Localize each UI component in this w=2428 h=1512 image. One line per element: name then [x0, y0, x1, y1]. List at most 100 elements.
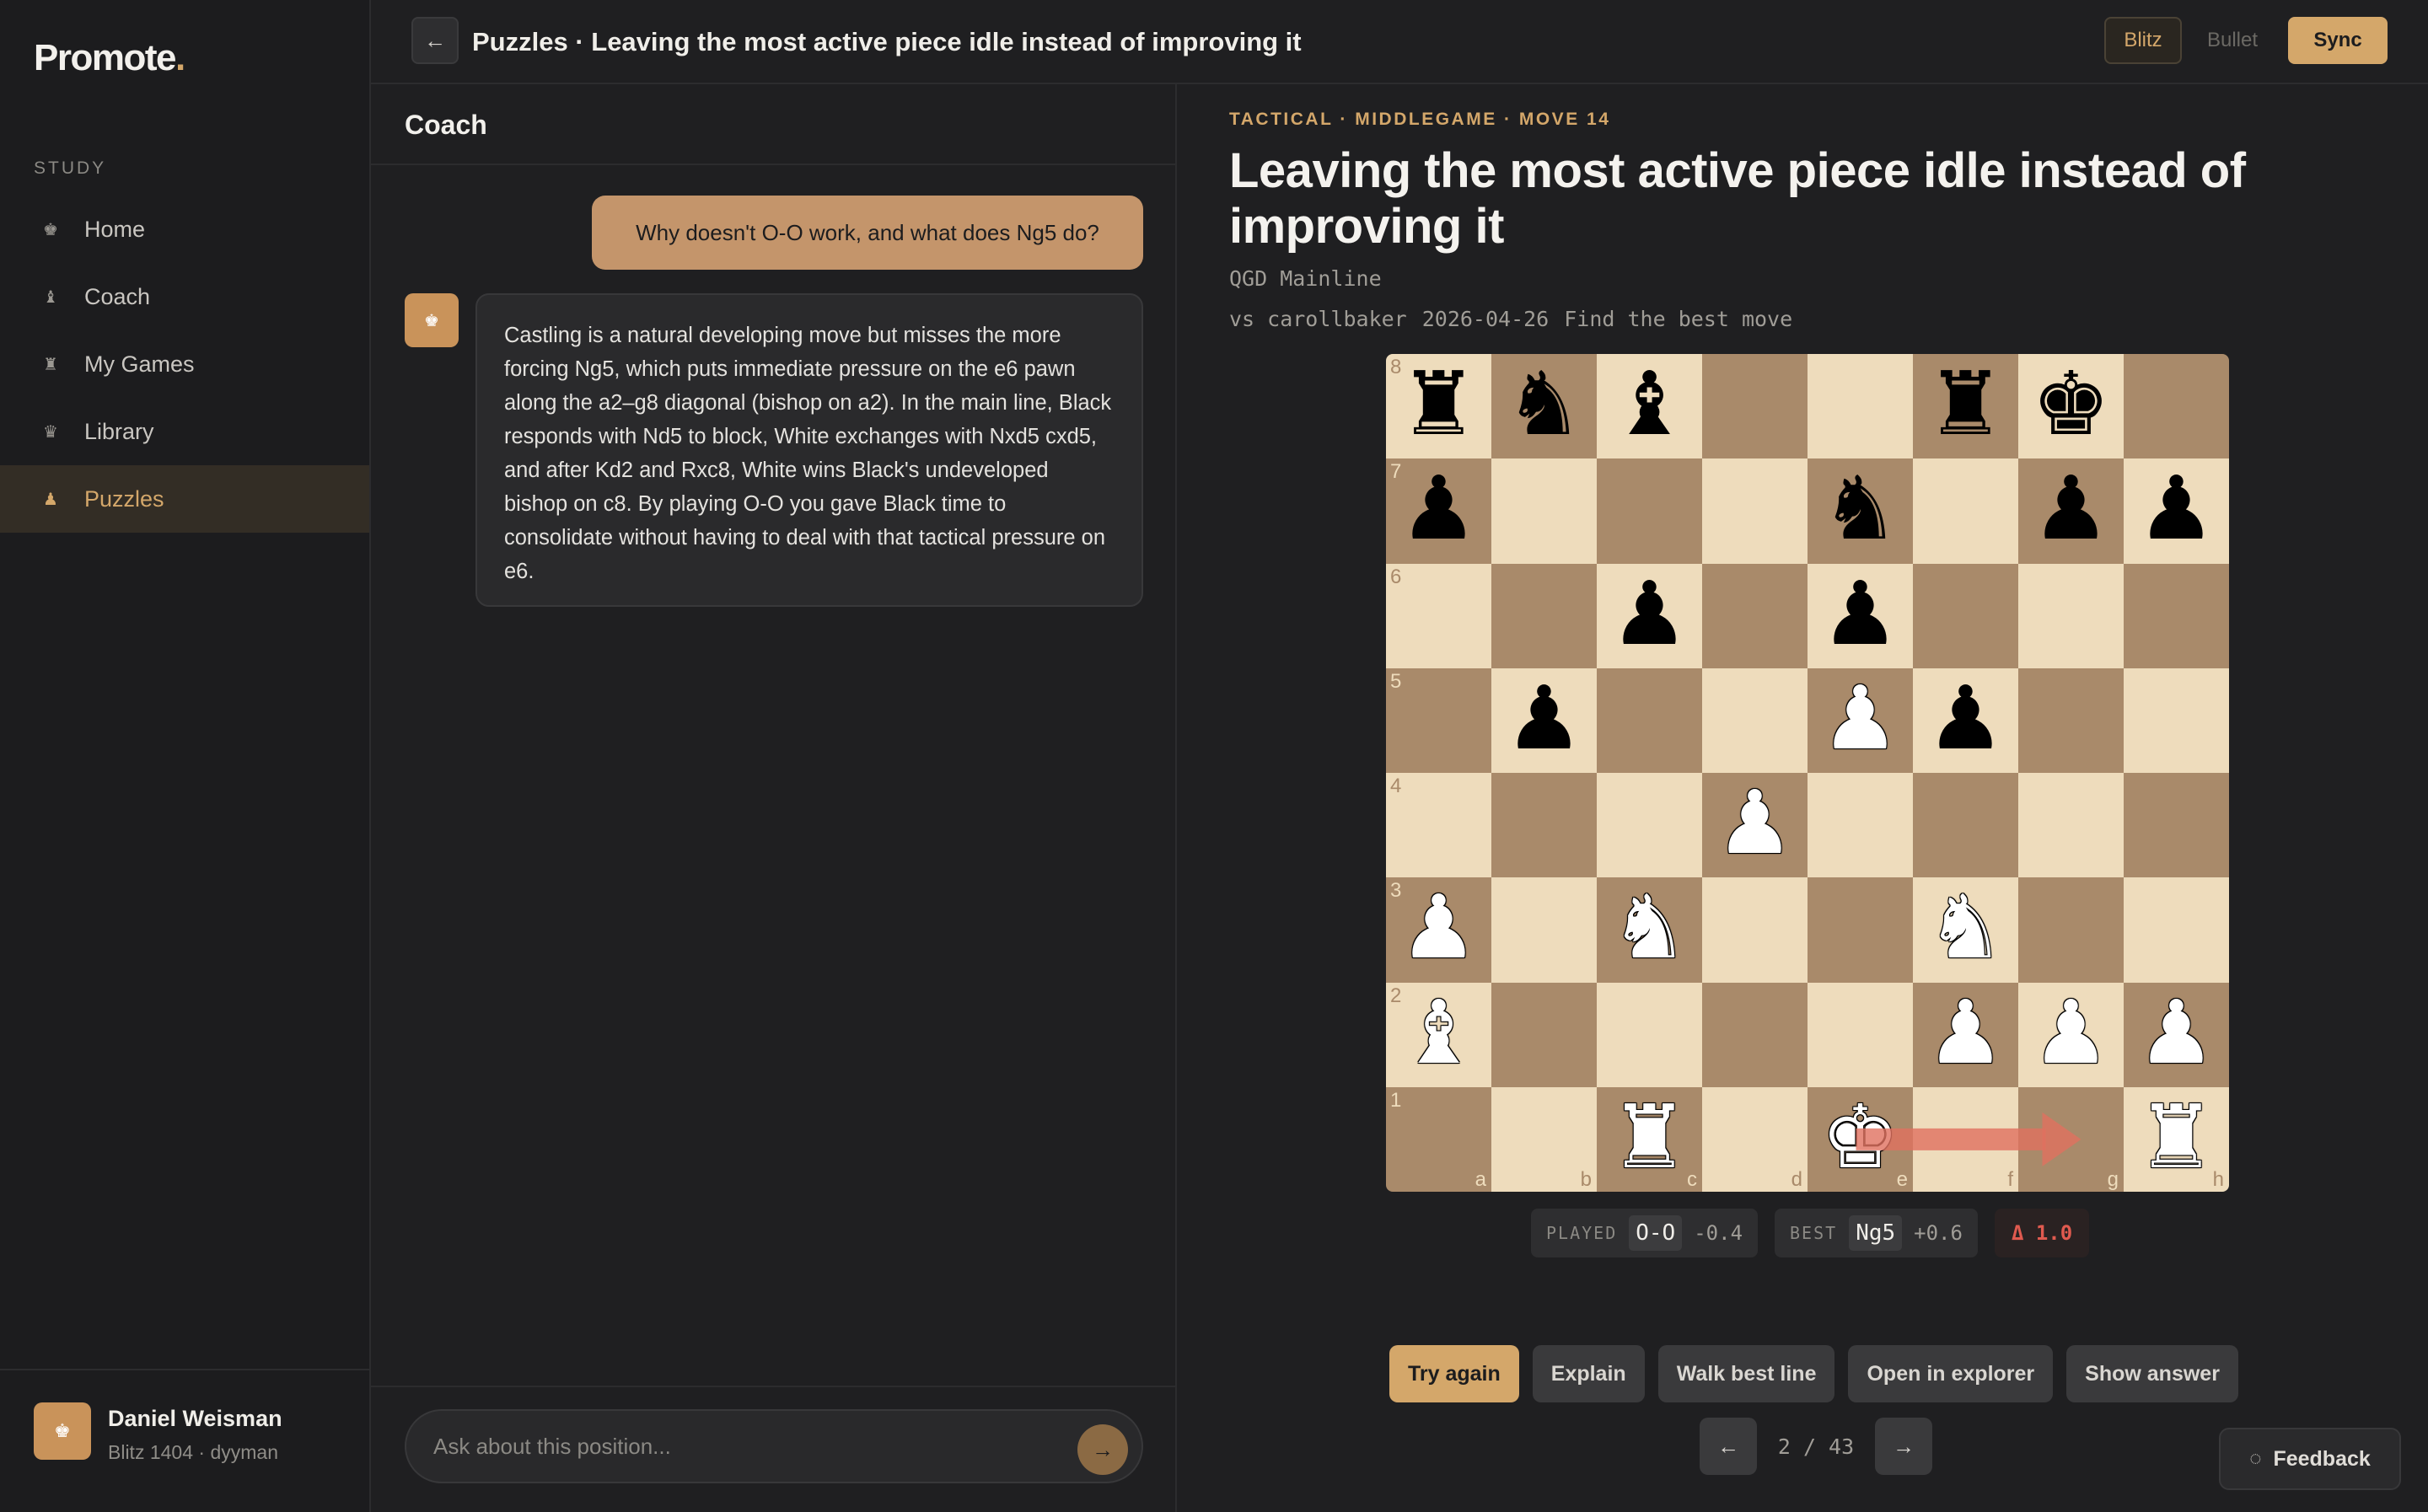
- bullet-toggle[interactable]: Bullet: [2192, 17, 2273, 64]
- white-pawn-icon[interactable]: ♟: [2032, 989, 2110, 1076]
- white-knight-icon[interactable]: ♞: [1926, 883, 2005, 971]
- square-a1[interactable]: 1a: [1386, 1086, 1491, 1192]
- square-d3[interactable]: [1702, 877, 1808, 983]
- blitz-toggle[interactable]: Blitz: [2104, 17, 2182, 64]
- white-knight-icon[interactable]: ♞: [1610, 883, 1689, 971]
- square-e4[interactable]: [1808, 773, 1913, 878]
- square-a6[interactable]: 6: [1386, 563, 1491, 668]
- square-a4[interactable]: 4: [1386, 773, 1491, 878]
- square-g8[interactable]: ♚: [2018, 354, 2124, 459]
- board-grid[interactable]: ♜ 8 ♞ ♝ ♜ ♚ ♟ 7 ♞ ♟ ♟ 6 ♟ ♟ 5 ♟ ♟ ♟ 4 ♟ ♟ 3 ♞ ♞ ♝ 2 ♟ ♟ ♟ 1 a b ♜ c d ♚ e f g ♜…: [1386, 354, 2229, 1192]
- white-rook-icon[interactable]: ♜: [1610, 1093, 1689, 1181]
- square-d6[interactable]: [1702, 563, 1808, 668]
- black-rook-icon[interactable]: ♜: [1926, 360, 2005, 448]
- square-h1[interactable]: ♜ h: [2124, 1086, 2229, 1192]
- square-c3[interactable]: ♞: [1597, 877, 1702, 983]
- white-pawn-icon[interactable]: ♟: [1821, 674, 1899, 762]
- white-pawn-icon[interactable]: ♟: [1399, 883, 1478, 971]
- black-pawn-icon[interactable]: ♟: [1610, 570, 1689, 657]
- square-d1[interactable]: d: [1702, 1086, 1808, 1192]
- square-h2[interactable]: ♟: [2124, 982, 2229, 1087]
- square-h8[interactable]: [2124, 354, 2229, 459]
- square-f4[interactable]: [1913, 773, 2018, 878]
- square-e6[interactable]: ♟: [1808, 563, 1913, 668]
- square-f1[interactable]: f: [1913, 1086, 2018, 1192]
- white-pawn-icon[interactable]: ♟: [2137, 989, 2216, 1076]
- square-d7[interactable]: [1702, 458, 1808, 564]
- square-f2[interactable]: ♟: [1913, 982, 2018, 1087]
- square-c8[interactable]: ♝: [1597, 354, 1702, 459]
- square-h6[interactable]: [2124, 563, 2229, 668]
- app-logo[interactable]: Promote.: [34, 37, 185, 79]
- square-g3[interactable]: [2018, 877, 2124, 983]
- prev-puzzle-button[interactable]: ←: [1700, 1418, 1757, 1475]
- white-pawn-icon[interactable]: ♟: [1716, 779, 1794, 866]
- square-f7[interactable]: [1913, 458, 2018, 564]
- square-b2[interactable]: [1491, 982, 1597, 1087]
- square-c1[interactable]: ♜ c: [1597, 1086, 1702, 1192]
- square-c5[interactable]: [1597, 668, 1702, 773]
- square-f8[interactable]: ♜: [1913, 354, 2018, 459]
- square-e1[interactable]: ♚ e: [1808, 1086, 1913, 1192]
- black-knight-icon[interactable]: ♞: [1821, 464, 1899, 552]
- open-explorer-button[interactable]: Open in explorer: [1848, 1345, 2054, 1402]
- sidebar-item-coach[interactable]: ♝ Coach: [0, 263, 369, 330]
- square-g1[interactable]: g: [2018, 1086, 2124, 1192]
- black-pawn-icon[interactable]: ♟: [1399, 464, 1478, 552]
- square-b7[interactable]: [1491, 458, 1597, 564]
- show-answer-button[interactable]: Show answer: [2066, 1345, 2238, 1402]
- square-d5[interactable]: [1702, 668, 1808, 773]
- black-pawn-icon[interactable]: ♟: [1821, 570, 1899, 657]
- chess-board[interactable]: ♜ 8 ♞ ♝ ♜ ♚ ♟ 7 ♞ ♟ ♟ 6 ♟ ♟ 5 ♟ ♟ ♟ 4 ♟ ♟ 3 ♞ ♞ ♝ 2 ♟ ♟ ♟ 1 a b ♜ c d ♚ e f g ♜…: [1386, 354, 2229, 1192]
- sidebar-item-home[interactable]: ♚ Home: [0, 196, 369, 263]
- black-knight-icon[interactable]: ♞: [1505, 360, 1583, 448]
- square-h7[interactable]: ♟: [2124, 458, 2229, 564]
- black-pawn-icon[interactable]: ♟: [1505, 674, 1583, 762]
- square-d4[interactable]: ♟: [1702, 773, 1808, 878]
- walk-best-line-button[interactable]: Walk best line: [1657, 1345, 1835, 1402]
- sync-button[interactable]: Sync: [2288, 17, 2388, 64]
- user-profile[interactable]: ♚ Daniel Weisman Blitz 1404 · dyyman: [0, 1369, 369, 1512]
- square-c2[interactable]: [1597, 982, 1702, 1087]
- square-e2[interactable]: [1808, 982, 1913, 1087]
- square-g5[interactable]: [2018, 668, 2124, 773]
- square-b3[interactable]: [1491, 877, 1597, 983]
- square-a8[interactable]: ♜ 8: [1386, 354, 1491, 459]
- square-b6[interactable]: [1491, 563, 1597, 668]
- black-pawn-icon[interactable]: ♟: [1926, 674, 2005, 762]
- square-h4[interactable]: [2124, 773, 2229, 878]
- square-a3[interactable]: ♟ 3: [1386, 877, 1491, 983]
- white-rook-icon[interactable]: ♜: [2137, 1093, 2216, 1181]
- black-king-icon[interactable]: ♚: [2032, 360, 2110, 448]
- white-pawn-icon[interactable]: ♟: [1926, 989, 2005, 1076]
- square-d2[interactable]: [1702, 982, 1808, 1087]
- square-h5[interactable]: [2124, 668, 2229, 773]
- square-e5[interactable]: ♟: [1808, 668, 1913, 773]
- try-again-button[interactable]: Try again: [1389, 1345, 1519, 1402]
- black-bishop-icon[interactable]: ♝: [1610, 360, 1689, 448]
- square-g2[interactable]: ♟: [2018, 982, 2124, 1087]
- square-a7[interactable]: ♟ 7: [1386, 458, 1491, 564]
- square-b4[interactable]: [1491, 773, 1597, 878]
- square-e3[interactable]: [1808, 877, 1913, 983]
- feedback-button[interactable]: ◌ Feedback: [2219, 1428, 2401, 1490]
- square-c6[interactable]: ♟: [1597, 563, 1702, 668]
- square-g6[interactable]: [2018, 563, 2124, 668]
- square-e8[interactable]: [1808, 354, 1913, 459]
- square-f3[interactable]: ♞: [1913, 877, 2018, 983]
- explain-button[interactable]: Explain: [1532, 1345, 1645, 1402]
- square-g4[interactable]: [2018, 773, 2124, 878]
- square-c7[interactable]: [1597, 458, 1702, 564]
- square-b5[interactable]: ♟: [1491, 668, 1597, 773]
- square-d8[interactable]: [1702, 354, 1808, 459]
- black-pawn-icon[interactable]: ♟: [2032, 464, 2110, 552]
- sidebar-item-my-games[interactable]: ♜ My Games: [0, 330, 369, 398]
- square-f6[interactable]: [1913, 563, 2018, 668]
- sidebar-item-puzzles[interactable]: ♟ Puzzles: [0, 465, 369, 533]
- black-pawn-icon[interactable]: ♟: [2137, 464, 2216, 552]
- square-g7[interactable]: ♟: [2018, 458, 2124, 564]
- back-button[interactable]: ←: [411, 17, 459, 64]
- square-b8[interactable]: ♞: [1491, 354, 1597, 459]
- next-puzzle-button[interactable]: →: [1875, 1418, 1932, 1475]
- chat-input[interactable]: [405, 1409, 1143, 1483]
